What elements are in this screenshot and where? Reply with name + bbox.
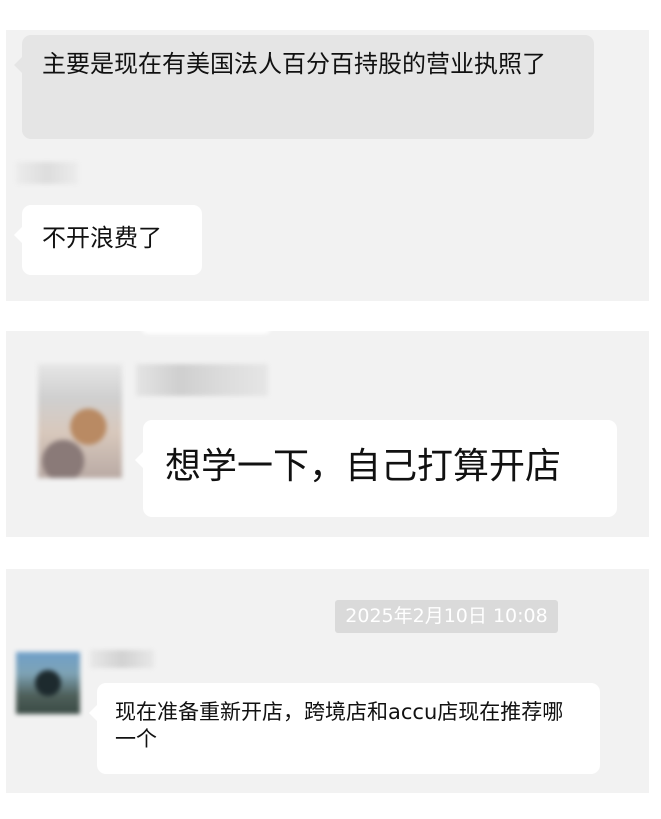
message-text: 主要是现在有美国法人百分百持股的营业执照了: [42, 50, 546, 78]
blurred-fragment: [141, 320, 271, 334]
message-bubble[interactable]: 现在准备重新开店，跨境店和accu店现在推荐哪一个: [89, 683, 600, 774]
blurred-avatar[interactable]: [38, 364, 122, 478]
blurred-sender-name: [90, 650, 154, 668]
message-bubble[interactable]: 主要是现在有美国法人百分百持股的营业执照了: [14, 35, 594, 139]
message-text: 想学一下，自己打算开店: [165, 446, 562, 487]
message-text: 现在准备重新开店，跨境店和accu店现在推荐哪一个: [115, 700, 564, 752]
blurred-sender-name: [16, 162, 78, 184]
message-bubble[interactable]: 不开浪费了: [14, 205, 202, 275]
blurred-avatar[interactable]: [16, 652, 80, 714]
message-bubble[interactable]: 想学一下，自己打算开店: [135, 420, 617, 517]
blurred-sender-name: [136, 364, 268, 396]
message-timestamp: 2025年2月10日 10:08: [335, 600, 558, 633]
message-text: 不开浪费了: [42, 224, 162, 252]
